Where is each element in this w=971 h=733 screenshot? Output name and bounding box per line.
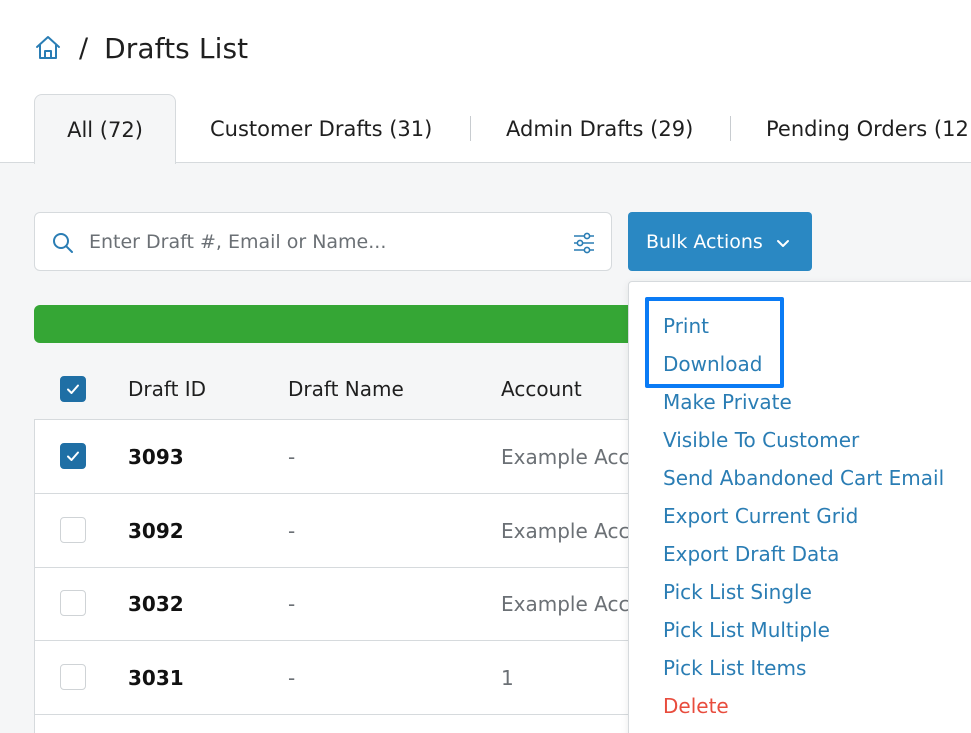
account-cell: Example Acc bbox=[501, 591, 629, 616]
row-checkbox[interactable] bbox=[60, 590, 86, 616]
page-title: Drafts List bbox=[104, 31, 249, 65]
breadcrumb-separator: / bbox=[79, 32, 89, 64]
tab-all[interactable]: All (72) bbox=[34, 94, 176, 164]
draft-id-cell[interactable]: 3092 bbox=[128, 494, 184, 567]
draft-name-cell: - bbox=[288, 665, 296, 690]
filter-sliders-icon[interactable] bbox=[572, 231, 596, 255]
draft-name-cell: - bbox=[288, 518, 296, 543]
row-checkbox[interactable] bbox=[60, 443, 86, 469]
tab-customer-drafts[interactable]: Customer Drafts (31) bbox=[210, 94, 432, 163]
search-box bbox=[34, 212, 612, 271]
menu-item-delete[interactable]: Delete bbox=[663, 691, 729, 721]
table-row[interactable]: 3032 - Example Acc bbox=[35, 567, 655, 641]
table-row[interactable]: 3031 - 1 bbox=[35, 641, 655, 715]
column-header-draft-name[interactable]: Draft Name bbox=[288, 372, 404, 406]
tab-admin-drafts[interactable]: Admin Drafts (29) bbox=[506, 94, 693, 163]
account-cell: 1 bbox=[501, 665, 514, 690]
menu-item-send-abandoned-cart-email[interactable]: Send Abandoned Cart Email bbox=[663, 463, 944, 493]
menu-item-pick-list-single[interactable]: Pick List Single bbox=[663, 577, 812, 607]
column-header-draft-id[interactable]: Draft ID bbox=[128, 372, 206, 406]
draft-id-cell[interactable]: 3093 bbox=[128, 420, 184, 493]
menu-item-make-private[interactable]: Make Private bbox=[663, 387, 792, 417]
menu-item-print[interactable]: Print bbox=[663, 311, 709, 341]
search-input[interactable] bbox=[89, 223, 549, 261]
bulk-actions-menu: Print Download Make Private Visible To C… bbox=[628, 281, 971, 733]
draft-name-cell: - bbox=[288, 444, 296, 469]
draft-name-cell: - bbox=[288, 591, 296, 616]
menu-item-export-current-grid[interactable]: Export Current Grid bbox=[663, 501, 858, 531]
chevron-down-icon bbox=[775, 234, 791, 250]
tab-divider bbox=[730, 116, 731, 141]
page-header: / Drafts List All (72) Customer Drafts (… bbox=[0, 0, 971, 164]
menu-item-download[interactable]: Download bbox=[663, 349, 762, 379]
table-row[interactable]: 3093 - Example Acc bbox=[35, 420, 655, 494]
drafts-table: 3093 - Example Acc 3092 - Example Acc 30… bbox=[34, 419, 655, 733]
bulk-actions-label: Bulk Actions bbox=[646, 230, 763, 253]
select-all-checkbox[interactable] bbox=[60, 376, 86, 402]
home-icon[interactable] bbox=[33, 33, 63, 63]
search-icon bbox=[51, 231, 75, 255]
tab-bar: All (72) Customer Drafts (31) Admin Draf… bbox=[0, 94, 971, 164]
menu-item-pick-list-items[interactable]: Pick List Items bbox=[663, 653, 806, 683]
row-checkbox[interactable] bbox=[60, 517, 86, 543]
progress-bar-fill bbox=[34, 305, 654, 343]
tab-divider bbox=[470, 116, 471, 141]
menu-item-pick-list-multiple[interactable]: Pick List Multiple bbox=[663, 615, 830, 645]
draft-id-cell[interactable]: 3031 bbox=[128, 641, 184, 714]
account-cell: Example Acc bbox=[501, 444, 629, 469]
row-checkbox[interactable] bbox=[60, 664, 86, 690]
menu-item-export-draft-data[interactable]: Export Draft Data bbox=[663, 539, 839, 569]
account-cell: Example Acc bbox=[501, 518, 629, 543]
table-row[interactable]: 3092 - Example Acc bbox=[35, 494, 655, 568]
tab-pending-orders[interactable]: Pending Orders (12 bbox=[766, 94, 969, 163]
progress-bar bbox=[34, 305, 654, 343]
bulk-actions-button[interactable]: Bulk Actions bbox=[628, 212, 812, 271]
breadcrumb: / Drafts List bbox=[33, 28, 248, 68]
menu-item-visible-to-customer[interactable]: Visible To Customer bbox=[663, 425, 859, 455]
draft-id-cell[interactable]: 3032 bbox=[128, 567, 184, 640]
column-header-account[interactable]: Account bbox=[501, 372, 582, 406]
